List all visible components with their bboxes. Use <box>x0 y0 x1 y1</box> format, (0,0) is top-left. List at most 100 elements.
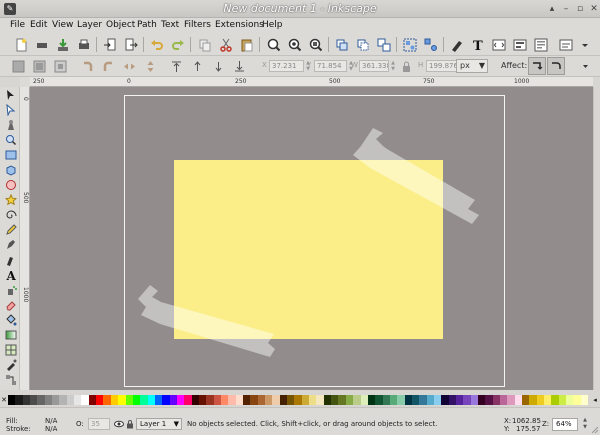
color-swatch[interactable] <box>74 395 82 405</box>
controls-overflow-icon[interactable] <box>578 58 592 74</box>
color-swatch[interactable] <box>22 395 31 405</box>
unit-select[interactable]: px ▼ <box>456 59 488 73</box>
cut-icon[interactable] <box>217 36 234 53</box>
horizontal-scrollbar[interactable] <box>30 390 593 394</box>
color-swatch[interactable] <box>176 395 185 405</box>
layer-select[interactable]: Layer 1 ▼ <box>136 418 182 430</box>
rect-tool-icon[interactable] <box>4 148 17 161</box>
color-swatch[interactable] <box>426 395 434 405</box>
star-tool-icon[interactable] <box>4 193 17 206</box>
menu-help[interactable]: Help <box>259 19 286 32</box>
color-swatch[interactable] <box>500 395 508 405</box>
menu-edit[interactable]: Edit <box>27 19 50 32</box>
select-all-icon[interactable] <box>10 58 26 74</box>
color-swatch[interactable] <box>206 395 214 405</box>
shade-window-button[interactable]: ▴ <box>546 3 558 15</box>
align-icon[interactable] <box>511 36 528 53</box>
color-swatch[interactable] <box>455 395 464 405</box>
paste-icon[interactable] <box>238 36 255 53</box>
dropper-tool-icon[interactable] <box>4 358 17 371</box>
pencil-tool-icon[interactable] <box>4 223 17 236</box>
drawing-canvas[interactable] <box>30 87 593 390</box>
menu-layer[interactable]: Layer <box>74 19 105 32</box>
color-swatch[interactable] <box>433 395 442 405</box>
lower-to-bottom-icon[interactable] <box>231 58 247 74</box>
color-swatch[interactable] <box>536 395 545 405</box>
color-swatch[interactable] <box>147 395 155 405</box>
opacity-input[interactable]: 35 <box>88 418 110 430</box>
bucket-tool-icon[interactable] <box>4 313 17 326</box>
color-swatch[interactable] <box>279 395 288 405</box>
raise-icon[interactable] <box>189 58 205 74</box>
scale-stroke-toggle[interactable] <box>528 57 546 75</box>
y-input[interactable]: 71.854 <box>314 60 347 72</box>
color-swatch[interactable] <box>213 395 221 405</box>
raise-to-top-icon[interactable] <box>168 58 184 74</box>
color-swatch[interactable] <box>125 395 133 405</box>
xml-editor-icon[interactable] <box>490 36 507 53</box>
zoom-selection-icon[interactable] <box>265 36 282 53</box>
zoom-tool-icon[interactable] <box>4 133 17 146</box>
export-icon[interactable] <box>122 36 139 53</box>
color-swatch[interactable] <box>404 395 412 405</box>
scale-corners-toggle[interactable] <box>547 57 565 75</box>
color-swatch[interactable] <box>309 395 317 405</box>
color-palette[interactable] <box>8 395 589 405</box>
color-swatch[interactable] <box>220 395 229 405</box>
fill-stroke-icon[interactable] <box>448 36 465 53</box>
color-swatch[interactable] <box>463 395 471 405</box>
color-swatch[interactable] <box>132 395 141 405</box>
copy-icon[interactable] <box>196 36 213 53</box>
color-swatch[interactable] <box>345 395 354 405</box>
minimize-button[interactable]: – <box>560 3 572 15</box>
menu-path[interactable]: Path <box>134 19 160 32</box>
gradient-tool-icon[interactable] <box>4 328 17 341</box>
import-icon[interactable] <box>101 36 118 53</box>
color-swatch[interactable] <box>243 395 251 405</box>
color-swatch[interactable] <box>88 395 97 405</box>
color-swatch[interactable] <box>485 395 493 405</box>
redo-icon[interactable] <box>169 36 186 53</box>
resize-grip-icon[interactable] <box>590 425 599 434</box>
color-swatch[interactable] <box>382 395 390 405</box>
color-swatch[interactable] <box>103 395 111 405</box>
color-swatch[interactable] <box>8 395 16 405</box>
vertical-ruler[interactable]: 0 500 1000 <box>20 87 30 390</box>
zoom-spinner[interactable]: ▲ ▼ <box>581 417 589 431</box>
new-icon[interactable] <box>12 36 29 53</box>
color-swatch[interactable] <box>331 395 339 405</box>
deselect-icon[interactable] <box>52 58 68 74</box>
zoom-page-icon[interactable] <box>307 36 324 53</box>
eraser-tool-icon[interactable] <box>4 298 17 311</box>
ellipse-tool-icon[interactable] <box>4 178 17 191</box>
color-swatch[interactable] <box>323 395 332 405</box>
unlink-clone-icon[interactable] <box>375 36 392 53</box>
color-swatch[interactable] <box>37 395 45 405</box>
color-swatch[interactable] <box>30 395 38 405</box>
width-input[interactable]: 361.338 <box>359 60 389 72</box>
color-swatch[interactable] <box>96 395 104 405</box>
color-swatch[interactable] <box>118 395 126 405</box>
zoom-input[interactable]: 64% <box>552 418 578 431</box>
color-swatch[interactable] <box>287 395 295 405</box>
save-icon[interactable] <box>54 36 71 53</box>
color-swatch[interactable] <box>360 395 368 405</box>
node-tool-icon[interactable] <box>4 103 17 116</box>
fill-value[interactable]: N/A <box>45 417 57 425</box>
duplicate-icon[interactable] <box>333 36 350 53</box>
color-swatch[interactable] <box>529 395 537 405</box>
menu-text[interactable]: Text <box>158 19 182 32</box>
tweak-tool-icon[interactable] <box>4 118 17 131</box>
color-swatch[interactable] <box>257 395 266 405</box>
menu-filters[interactable]: Filters <box>181 19 214 32</box>
undo-icon[interactable] <box>148 36 165 53</box>
rotate-ccw-icon[interactable] <box>79 58 95 74</box>
color-swatch[interactable] <box>81 395 89 405</box>
color-swatch[interactable] <box>448 395 456 405</box>
menu-view[interactable]: View <box>49 19 76 32</box>
color-swatch[interactable] <box>44 395 53 405</box>
color-swatch[interactable] <box>294 395 302 405</box>
pen-tool-icon[interactable] <box>4 238 17 251</box>
color-swatch[interactable] <box>316 395 324 405</box>
color-swatch[interactable] <box>66 395 75 405</box>
